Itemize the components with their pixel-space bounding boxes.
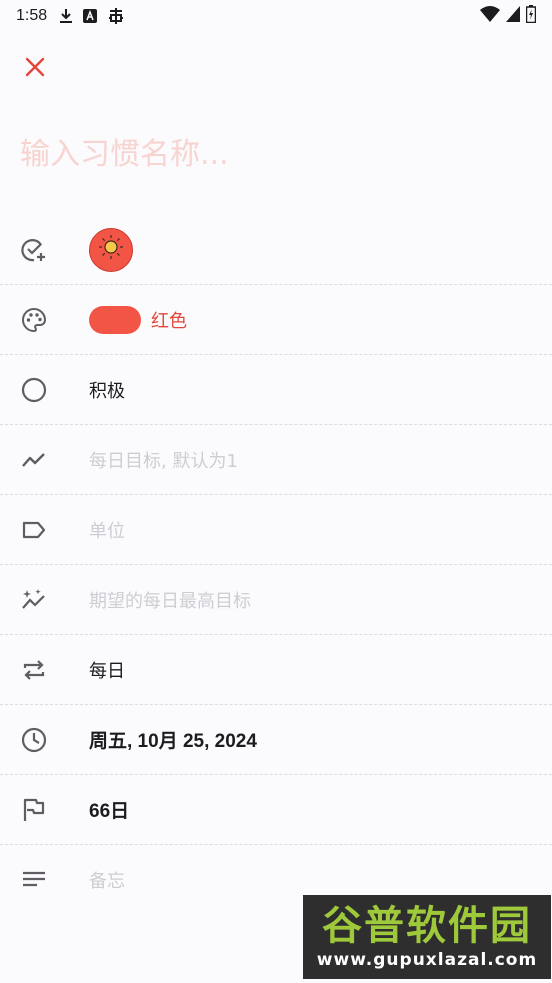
palette-icon [20, 306, 48, 334]
watermark-url: www.gupuxlazal.com [316, 950, 538, 970]
repeat-value: 每日 [89, 660, 125, 682]
check-circle-plus-icon [20, 236, 48, 264]
status-bar: 1:58 [0, 0, 552, 32]
sparkle-trend-icon [20, 586, 48, 614]
status-time: 1:58 [16, 7, 48, 24]
icon-row[interactable] [0, 215, 552, 285]
repeat-icon [20, 656, 48, 684]
unit-row[interactable]: 单位 [0, 495, 552, 565]
text-a-icon [83, 9, 98, 23]
max-goal-input[interactable]: 期望的每日最高目标 [89, 587, 251, 613]
habit-type-row[interactable]: 积极 [0, 355, 552, 425]
bug-icon [107, 7, 125, 25]
watermark-title: 谷普软件园 [322, 903, 532, 949]
daily-goal-input[interactable]: 每日目标, 默认为1 [89, 447, 238, 473]
notes-input[interactable]: 备忘 [89, 867, 125, 893]
label-icon [20, 516, 48, 544]
trending-icon [20, 446, 48, 474]
target-days-row[interactable]: 66日 [0, 775, 552, 845]
color-label: 红色 [151, 310, 187, 332]
clock-icon [20, 726, 48, 754]
close-button[interactable] [18, 52, 52, 86]
repeat-row[interactable]: 每日 [0, 635, 552, 705]
notes-icon [20, 866, 48, 894]
max-goal-row[interactable]: 期望的每日最高目标 [0, 565, 552, 635]
close-icon [25, 57, 45, 81]
unit-input[interactable]: 单位 [89, 517, 125, 543]
habit-name-input[interactable] [20, 128, 520, 180]
target-days-value: 66日 [89, 801, 130, 822]
color-row[interactable]: 红色 [0, 285, 552, 355]
wifi-icon [480, 6, 500, 26]
habit-type-value: 积极 [89, 380, 125, 402]
circle-icon [20, 376, 48, 404]
sun-icon [98, 234, 124, 265]
daily-goal-row[interactable]: 每日目标, 默认为1 [0, 425, 552, 495]
battery-charging-icon [525, 5, 537, 27]
start-date-value: 周五, 10月 25, 2024 [89, 731, 257, 752]
cellular-icon [506, 6, 520, 26]
start-date-row[interactable]: 周五, 10月 25, 2024 [0, 705, 552, 775]
flag-icon [20, 796, 48, 824]
color-swatch [89, 305, 141, 334]
watermark-logo: 谷普软件园 www.gupuxlazal.com [303, 895, 551, 979]
habit-form: 红色 积极 每日目标, 默认为1 单位 期望的每日最高目标 每日 周五, 10月… [0, 215, 552, 915]
download-icon [59, 8, 73, 24]
habit-icon-preview[interactable] [89, 227, 133, 272]
